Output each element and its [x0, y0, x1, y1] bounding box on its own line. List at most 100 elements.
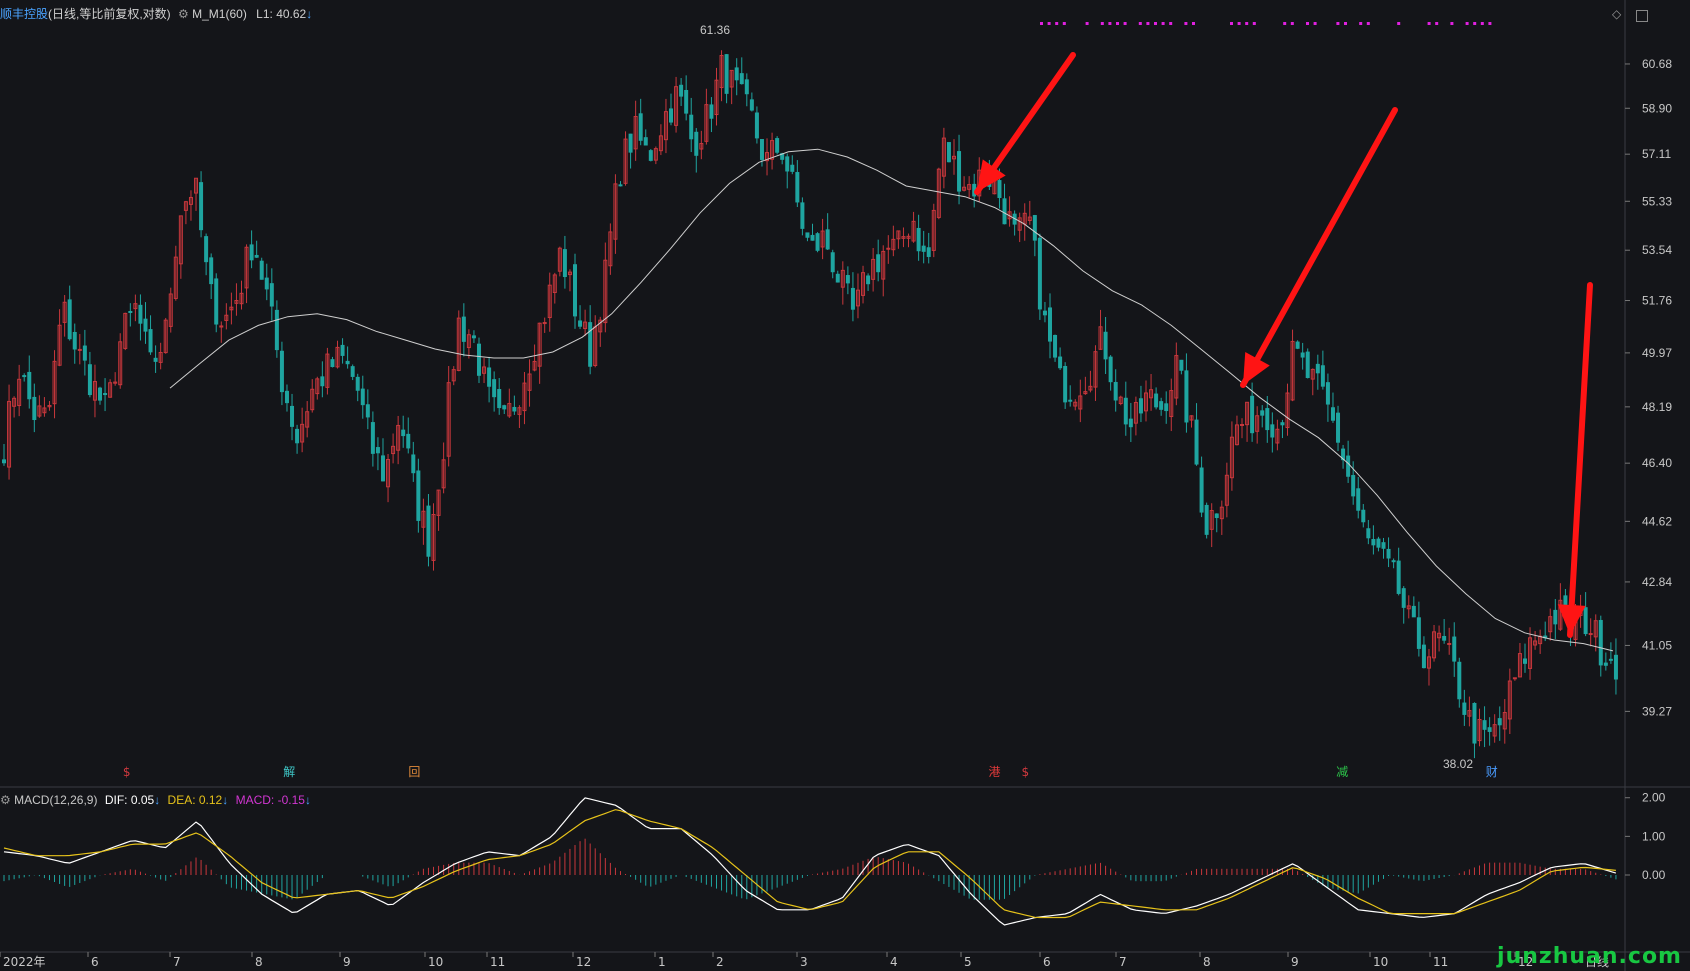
candle-body: [1305, 351, 1310, 379]
price-tick-label: 44.62: [1642, 514, 1672, 528]
candle-body: [785, 156, 790, 172]
candle-body: [416, 470, 421, 521]
event-dot: [1465, 22, 1469, 25]
event-marker: 回: [408, 765, 420, 779]
candle-body: [1497, 718, 1502, 726]
x-tick-label: 10: [428, 955, 443, 969]
event-dot: [1062, 22, 1066, 25]
candle-body: [1103, 331, 1108, 360]
candle-body: [790, 164, 795, 172]
candle-body: [2, 459, 6, 464]
candle-body: [1462, 702, 1467, 715]
candle-body: [128, 311, 133, 314]
event-marker: 减: [1336, 765, 1348, 779]
candle-body: [1138, 398, 1143, 414]
candle-body: [1214, 513, 1219, 519]
candle-body: [1204, 504, 1209, 535]
event-marker: 财: [1486, 765, 1498, 779]
candle-body: [744, 79, 749, 95]
candle-body: [1270, 424, 1275, 438]
event-dot: [1488, 22, 1492, 25]
candle-body: [709, 104, 714, 119]
candle-body: [1487, 727, 1492, 732]
candle-body: [492, 379, 497, 398]
candle-body: [1371, 539, 1376, 546]
diamond-icon[interactable]: ◇: [1612, 7, 1621, 21]
macd-panel: 2.00 1.00 0.00: [3, 791, 1666, 926]
candle-body: [1108, 356, 1113, 383]
candle-body: [916, 227, 921, 252]
candle-body: [497, 389, 502, 409]
candle-body: [1330, 407, 1335, 421]
candle-body: [689, 114, 694, 140]
candle-body: [876, 254, 881, 273]
candle-body: [1113, 381, 1118, 401]
date-axis: 2022年 6 7 8 9 10 11 12 1 2 3 4 5 6 7 8 9 10 11 12 日线: [0, 952, 1609, 969]
event-dot: [1085, 22, 1089, 25]
x-tick-label: 2022年: [3, 955, 46, 969]
event-dot: [1435, 22, 1439, 25]
price-axis: 60.68 58.90 57.11 55.33 53.54 51.76 49.97 48.19…: [0, 0, 1690, 971]
macd-tick-label: 0.00: [1642, 868, 1666, 882]
event-dot: [1359, 22, 1363, 25]
candle-body: [866, 275, 871, 285]
candle-body: [1356, 488, 1361, 511]
candle-body: [1123, 397, 1128, 425]
candle-body: [1401, 588, 1406, 608]
price-tick-label: 49.97: [1642, 346, 1672, 360]
event-dot: [1192, 22, 1195, 25]
settings-icon[interactable]: ⚙: [178, 7, 189, 21]
chart-mode: (日线,等比前复权,对数): [48, 7, 171, 21]
candle-body: [1037, 237, 1042, 310]
candle-body: [461, 316, 466, 342]
candle-body: [562, 249, 567, 278]
candle-body: [1421, 644, 1426, 669]
event-dot: [1138, 22, 1142, 25]
indicator-value: L1: 40.62: [256, 7, 307, 21]
maximize-icon[interactable]: [1636, 10, 1648, 22]
x-tick-label: 9: [343, 955, 351, 969]
candle-body: [1260, 410, 1265, 416]
candle-body: [669, 108, 674, 123]
candle-body: [290, 405, 295, 427]
candle-body: [1472, 702, 1477, 744]
annotation-arrows: [974, 52, 1593, 638]
candle-body: [1351, 475, 1356, 497]
candle-body: [754, 112, 759, 139]
price-tick-label: 58.90: [1642, 101, 1672, 115]
candle-body: [143, 318, 148, 332]
candle-body: [27, 371, 32, 400]
candle-body: [1411, 605, 1416, 618]
stock-chart[interactable]: 60.68 58.90 57.11 55.33 53.54 51.76 49.97 48.19…: [0, 0, 1690, 971]
event-dot: [1116, 22, 1119, 25]
candle-body: [153, 357, 158, 362]
candle-body: [1512, 677, 1517, 680]
candle-body: [1391, 560, 1396, 563]
candle-body: [1336, 412, 1341, 443]
settings-icon[interactable]: ⚙: [0, 793, 11, 807]
event-dot: [1290, 22, 1294, 25]
candle-body: [805, 232, 810, 238]
candle-body: [1063, 365, 1068, 403]
event-dot: [1397, 22, 1401, 25]
candle-body: [1457, 661, 1462, 700]
candle-body: [921, 245, 926, 252]
candle-body: [345, 360, 350, 365]
candle-body: [946, 142, 951, 163]
event-dot: [1427, 22, 1431, 25]
x-tick-label: 11: [490, 955, 505, 969]
event-dot: [1040, 22, 1043, 25]
candle-body: [254, 254, 259, 258]
macd-name: MACD(12,26,9): [14, 793, 98, 807]
high-price-label: 61.36: [700, 23, 730, 37]
low-price-label: 38.02: [1443, 757, 1473, 771]
moving-average-line: [169, 148, 1614, 652]
candle-body: [340, 344, 345, 356]
candle-body: [148, 329, 153, 353]
candle-body: [795, 172, 800, 203]
event-marker: 解: [283, 765, 295, 779]
candle-body: [1154, 393, 1159, 408]
candle-body: [426, 505, 431, 557]
stock-name[interactable]: 顺丰控股: [0, 7, 48, 21]
event-dot: [1480, 22, 1484, 25]
